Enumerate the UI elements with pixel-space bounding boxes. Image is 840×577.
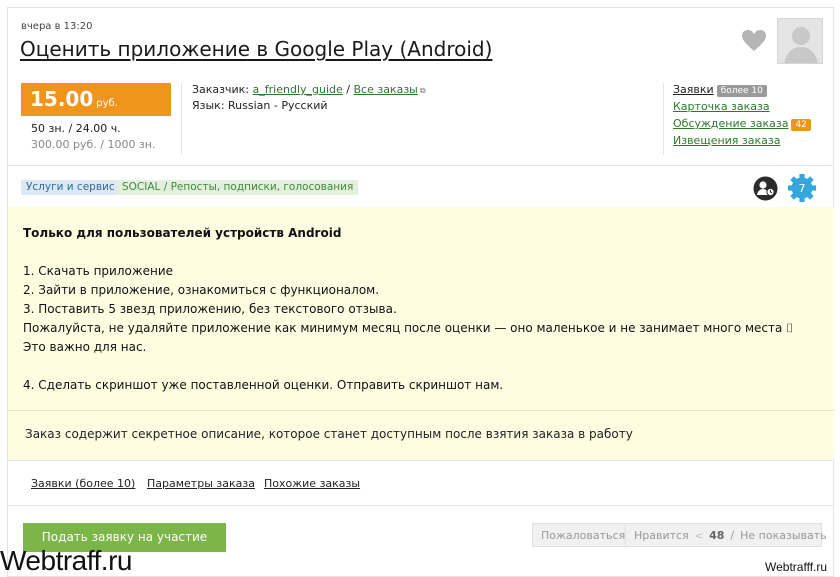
order-links: Заявки более 10 Карточка заказа Обсуждени… xyxy=(673,83,811,151)
price-box: 15.00 руб. xyxy=(21,83,171,116)
watermark-right: Webtrafff.ru xyxy=(765,560,828,574)
level-gear-icon: 7 xyxy=(788,174,816,202)
order-description: Только для пользователей устройств Andro… xyxy=(8,207,834,409)
external-link-icon: ⧉ xyxy=(419,86,426,95)
price-details: 50 зн. / 24.00 ч. xyxy=(31,122,121,135)
description-gap xyxy=(23,357,819,376)
price-currency: руб. xyxy=(96,98,118,109)
divider xyxy=(8,165,834,166)
category-tag[interactable]: Услуги и сервис xyxy=(21,180,120,195)
client-avatar[interactable] xyxy=(777,18,823,64)
subcategory-tag[interactable]: SOCIAL / Репосты, подписки, голосования xyxy=(117,180,359,195)
watermark-left: Webtraff.ru xyxy=(0,545,132,576)
discussion-count-badge: 42 xyxy=(791,119,811,131)
tab-similar[interactable]: Похожие заказы xyxy=(264,477,360,490)
client-sep: / xyxy=(342,83,354,96)
language-row: Язык: Russian - Русский xyxy=(192,99,328,112)
description-line: 3. Поставить 5 звезд приложению, без тек… xyxy=(23,302,397,316)
price-rate: 300.00 руб. / 1000 зн. xyxy=(31,138,156,151)
description-line: 4. Сделать скриншот уже поставленной оце… xyxy=(23,378,504,392)
requests-count-badge: более 10 xyxy=(716,85,767,97)
order-title[interactable]: Оценить приложение в Google Play (Androi… xyxy=(20,37,492,61)
all-orders-link[interactable]: Все заказы xyxy=(353,83,417,96)
order-card-link[interactable]: Карточка заказа xyxy=(673,100,770,113)
price-value: 15.00 xyxy=(30,87,94,111)
requests-link[interactable]: Заявки xyxy=(673,83,714,96)
level-badge-number: 7 xyxy=(799,182,806,195)
client-name-link[interactable]: a_friendly_guide xyxy=(253,83,343,96)
description-line: Пожалуйста, не удаляйте приложение как м… xyxy=(23,321,794,354)
tab-requests[interactable]: Заявки (более 10) xyxy=(31,477,135,490)
divider xyxy=(663,83,664,155)
discussion-link[interactable]: Обсуждение заказа xyxy=(673,117,788,130)
description-line: 2. Зайти в приложение, ознакомиться с фу… xyxy=(23,283,380,297)
hide-button[interactable]: Не показывать xyxy=(740,529,827,542)
secret-note: Заказ содержит секретное описание, котор… xyxy=(8,410,834,460)
posted-time: вчера в 13:20 xyxy=(21,21,93,32)
client-row: Заказчик: a_friendly_guide / Все заказы ⧉ xyxy=(192,83,426,96)
arrow-left-icon: < xyxy=(694,531,704,542)
description-line: 1. Скачать приложение xyxy=(23,264,174,278)
favorite-heart-icon[interactable] xyxy=(741,29,767,53)
client-label: Заказчик: xyxy=(192,83,253,96)
like-bar: Нравится <48 / Не показывать xyxy=(625,523,827,547)
like-count: 48 xyxy=(709,529,725,542)
language-label: Язык: xyxy=(192,99,229,112)
like-separator: / xyxy=(730,529,735,542)
divider xyxy=(181,83,182,155)
tab-params[interactable]: Параметры заказа xyxy=(147,477,255,490)
divider xyxy=(8,460,834,461)
complain-button[interactable]: Пожаловаться xyxy=(532,523,635,547)
divider xyxy=(8,505,834,506)
language-value: Russian - Русский xyxy=(228,99,328,112)
user-clock-icon xyxy=(753,176,778,201)
like-button[interactable]: Нравится xyxy=(634,529,689,542)
description-heading: Только для пользователей устройств Andro… xyxy=(23,226,342,240)
notices-link[interactable]: Извещения заказа xyxy=(673,134,780,147)
